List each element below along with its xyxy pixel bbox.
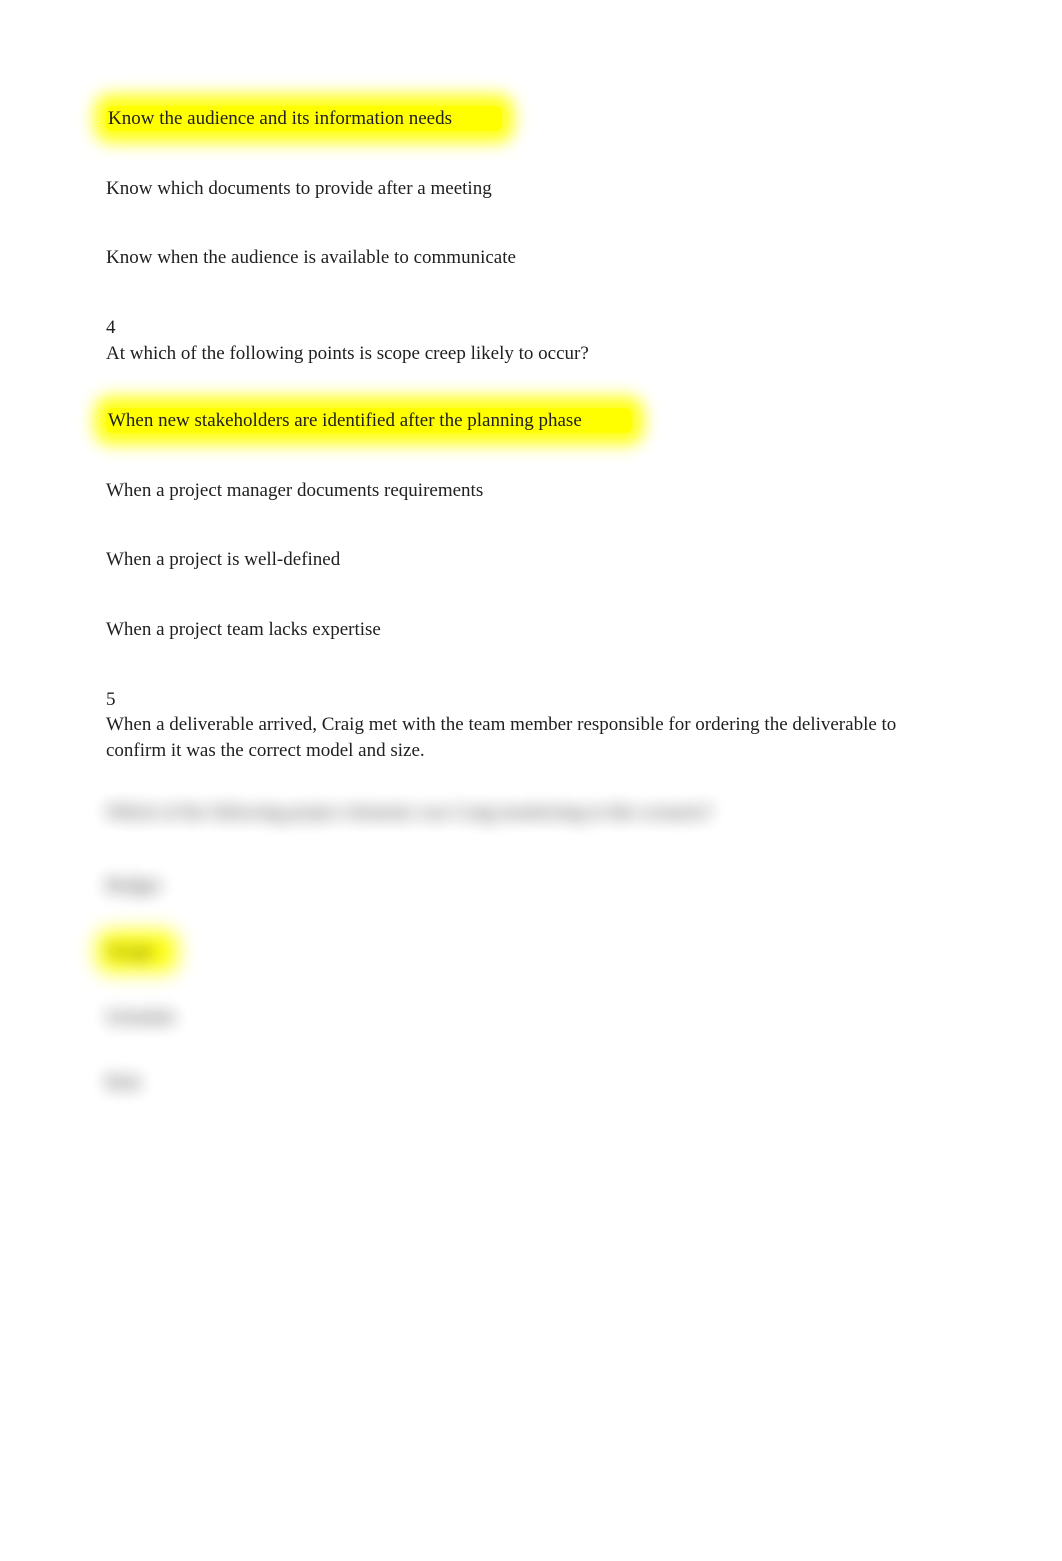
answer-text: Know which documents to provide after a … xyxy=(106,178,492,199)
answer-option: Scope xyxy=(106,939,956,965)
question-number: 4 xyxy=(106,315,956,341)
answer-option: Budget xyxy=(106,873,956,899)
answer-text: Budget xyxy=(106,875,161,896)
answer-text: When a project is well-defined xyxy=(106,549,340,570)
document-page: Know the audience and its information ne… xyxy=(0,0,1062,1096)
highlighted-text: Scope xyxy=(106,940,168,963)
answer-text: Schedule xyxy=(106,1007,176,1028)
blurred-question-text: Which of the following project elements … xyxy=(106,800,956,826)
blurred-preview: Which of the following project elements … xyxy=(106,800,956,1096)
answer-option: When new stakeholders are identified aft… xyxy=(106,408,956,434)
answer-text: When a project manager documents require… xyxy=(106,480,483,501)
question-text: At which of the following points is scop… xyxy=(106,341,956,367)
question-number: 5 xyxy=(106,687,956,713)
highlighted-text: When new stakeholders are identified aft… xyxy=(106,408,632,433)
answer-text: Risk xyxy=(106,1072,141,1093)
answer-option: When a project team lacks expertise xyxy=(106,617,956,643)
answer-option: When a project is well-defined xyxy=(106,547,956,573)
answer-text: When a project team lacks expertise xyxy=(106,619,381,640)
answer-text: Know when the audience is available to c… xyxy=(106,247,516,268)
question-intro: When a deliverable arrived, Craig met wi… xyxy=(106,712,956,763)
answer-option: Know when the audience is available to c… xyxy=(106,245,956,271)
answer-option: Risk xyxy=(106,1070,956,1096)
answer-option: When a project manager documents require… xyxy=(106,478,956,504)
answer-option: Know the audience and its information ne… xyxy=(106,106,956,132)
answer-option: Schedule xyxy=(106,1005,956,1031)
highlighted-text: Know the audience and its information ne… xyxy=(106,106,502,131)
answer-option: Know which documents to provide after a … xyxy=(106,176,956,202)
